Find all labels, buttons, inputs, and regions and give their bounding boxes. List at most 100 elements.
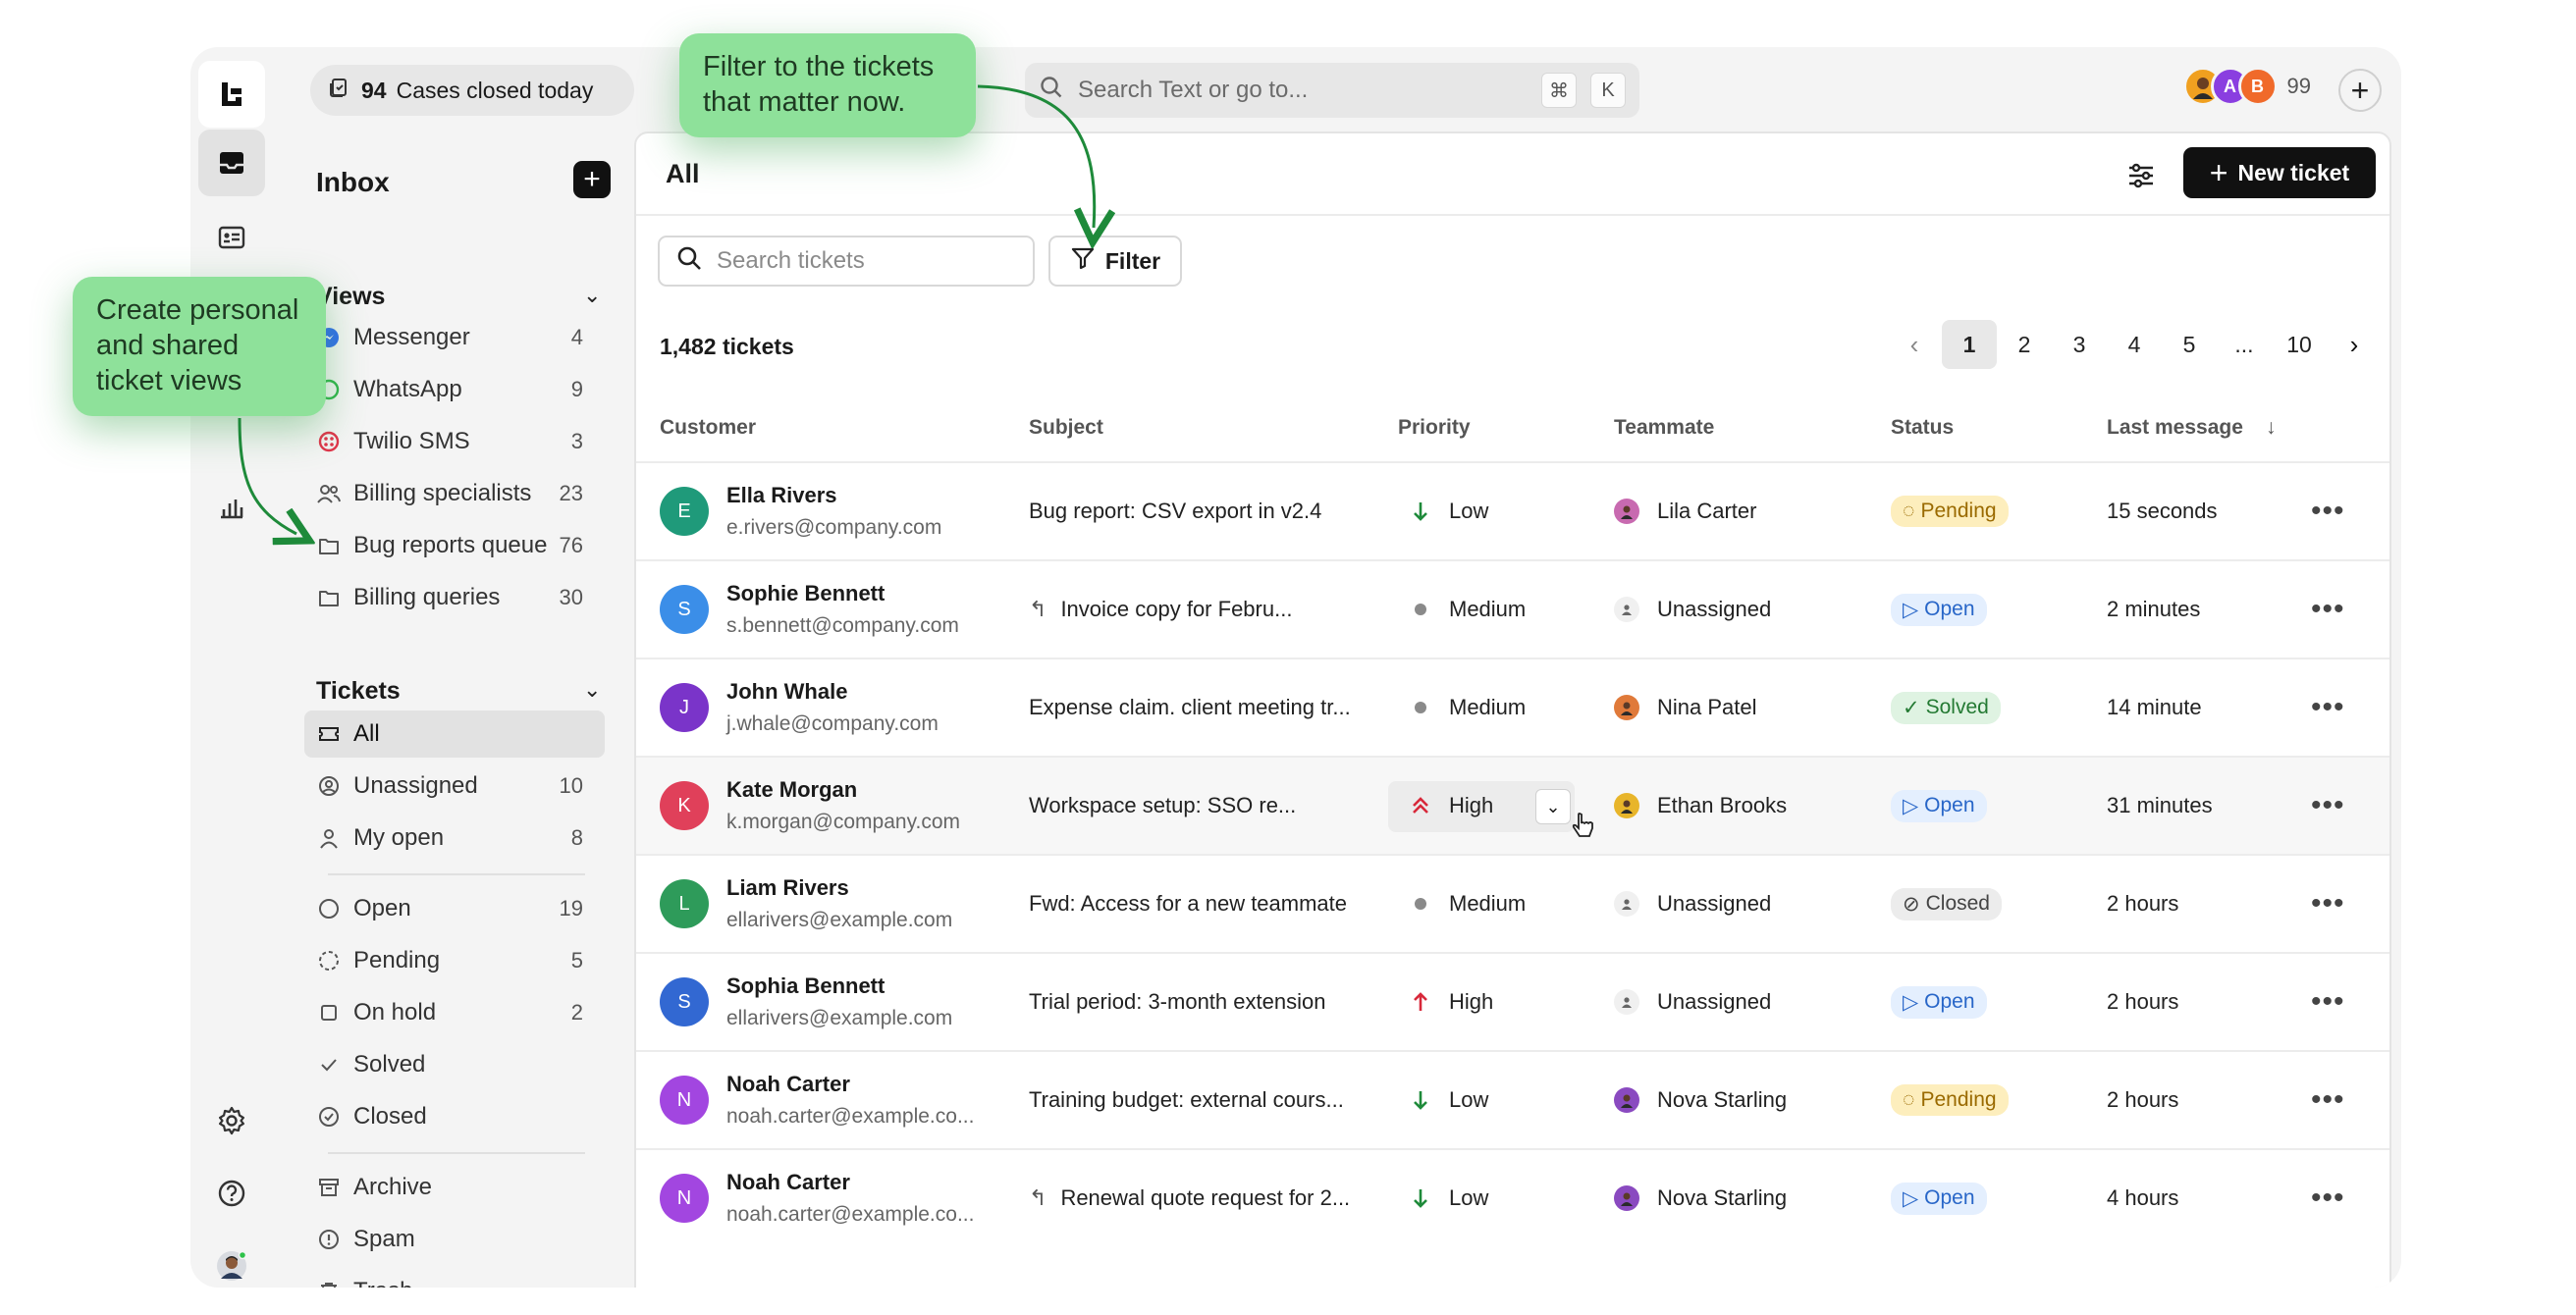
view-whatsapp[interactable]: WhatsApp 9 bbox=[304, 366, 605, 413]
status-open[interactable]: Open 19 bbox=[304, 885, 605, 932]
status-cell[interactable]: ⊘ Closed bbox=[1891, 856, 2002, 952]
ticket-search-input[interactable]: Search tickets bbox=[658, 236, 1035, 287]
status-cell[interactable]: ▷ Open bbox=[1891, 561, 1987, 658]
subject-cell[interactable]: Fwd: Access for a new teammate bbox=[1029, 856, 1347, 952]
cases-closed-pill[interactable]: 94 Cases closed today bbox=[310, 65, 634, 116]
user-avatar[interactable] bbox=[198, 1233, 265, 1288]
priority-cell[interactable]: Low bbox=[1408, 1052, 1488, 1148]
col-customer[interactable]: Customer bbox=[660, 416, 756, 440]
table-row[interactable]: E Ella Rivers e.rivers@company.com Bug repo… bbox=[636, 461, 2389, 559]
teammate-cell[interactable]: Nova Starling bbox=[1614, 1150, 1787, 1246]
table-row[interactable]: N Noah Carter noah.carter@example.co... ↰ Re… bbox=[636, 1148, 2389, 1246]
status-cell[interactable]: ◌ Pending bbox=[1891, 1052, 2009, 1148]
teammate-cell[interactable]: Unassigned bbox=[1614, 856, 1771, 952]
col-subject[interactable]: Subject bbox=[1029, 416, 1103, 440]
more-options-icon[interactable]: ••• bbox=[2311, 1052, 2345, 1148]
table-row[interactable]: L Liam Rivers ellarivers@example.com Fwd: A… bbox=[636, 854, 2389, 952]
view-bug-reports-queue[interactable]: Bug reports queue 76 bbox=[304, 522, 605, 569]
customer-cell[interactable]: N Noah Carter noah.carter@example.co... bbox=[660, 1052, 974, 1148]
help-icon[interactable] bbox=[198, 1160, 265, 1227]
status-solved[interactable]: Solved bbox=[304, 1041, 605, 1088]
view-billing-queries[interactable]: Billing queries 30 bbox=[304, 574, 605, 621]
more-options-icon[interactable]: ••• bbox=[2311, 758, 2345, 854]
col-last-message[interactable]: Last message bbox=[2107, 416, 2243, 440]
subject-cell[interactable]: Expense claim. client meeting tr... bbox=[1029, 659, 1351, 756]
priority-cell[interactable]: Low bbox=[1408, 1150, 1488, 1246]
status-cell[interactable]: ▷ Open bbox=[1891, 758, 1987, 854]
tickets-chevron-down-icon[interactable]: ⌄ bbox=[583, 677, 601, 703]
customer-cell[interactable]: S Sophia Bennett ellarivers@example.com bbox=[660, 954, 952, 1050]
priority-chevron-down-icon[interactable]: ⌄ bbox=[1535, 789, 1571, 824]
priority-cell[interactable]: High bbox=[1408, 954, 1493, 1050]
next-page-chevron-right-icon[interactable]: › bbox=[2327, 320, 2382, 369]
teammate-cell[interactable]: Nova Starling bbox=[1614, 1052, 1787, 1148]
status-badge[interactable]: ▷ Open bbox=[1891, 1182, 1987, 1215]
col-priority[interactable]: Priority bbox=[1398, 416, 1471, 440]
inbox-icon[interactable] bbox=[198, 130, 265, 196]
table-row[interactable]: N Noah Carter noah.carter@example.co... Tra… bbox=[636, 1050, 2389, 1148]
folder-archive[interactable]: Archive bbox=[304, 1164, 605, 1211]
tickets-my-open[interactable]: My open 8 bbox=[304, 815, 605, 862]
page-2[interactable]: 2 bbox=[1997, 320, 2052, 369]
priority-cell[interactable]: High bbox=[1408, 758, 1493, 854]
view-messenger[interactable]: Messenger 4 bbox=[304, 314, 605, 361]
priority-cell[interactable]: Medium bbox=[1408, 561, 1526, 658]
more-options-icon[interactable]: ••• bbox=[2311, 659, 2345, 756]
priority-cell[interactable]: Medium bbox=[1408, 856, 1526, 952]
more-options-icon[interactable]: ••• bbox=[2311, 856, 2345, 952]
view-twilio-sms[interactable]: Twilio SMS 3 bbox=[304, 418, 605, 465]
new-ticket-button[interactable]: + New ticket bbox=[2183, 147, 2376, 198]
teammate-cell[interactable]: Ethan Brooks bbox=[1614, 758, 1787, 854]
status-on-hold[interactable]: On hold 2 bbox=[304, 989, 605, 1036]
logo-icon[interactable] bbox=[198, 61, 265, 128]
status-closed[interactable]: Closed bbox=[304, 1093, 605, 1140]
table-row[interactable]: K Kate Morgan k.morgan@company.com Workspac… bbox=[636, 756, 2389, 854]
team-avatars[interactable]: A B 99 bbox=[2182, 67, 2311, 106]
customer-cell[interactable]: E Ella Rivers e.rivers@company.com bbox=[660, 463, 941, 559]
customer-cell[interactable]: J John Whale j.whale@company.com bbox=[660, 659, 939, 756]
more-options-icon[interactable]: ••• bbox=[2311, 463, 2345, 559]
tickets-all[interactable]: All bbox=[304, 710, 605, 758]
status-cell[interactable]: ◌ Pending bbox=[1891, 463, 2009, 559]
status-badge[interactable]: ⊘ Closed bbox=[1891, 887, 2002, 920]
subject-cell[interactable]: Training budget: external cours... bbox=[1029, 1052, 1344, 1148]
view-billing-specialists[interactable]: Billing specialists 23 bbox=[304, 470, 605, 517]
reports-icon[interactable] bbox=[198, 473, 265, 540]
customer-cell[interactable]: N Noah Carter noah.carter@example.co... bbox=[660, 1150, 974, 1246]
teammate-cell[interactable]: Unassigned bbox=[1614, 954, 1771, 1050]
table-row[interactable]: S Sophie Bennett s.bennett@company.com ↰ Inv… bbox=[636, 559, 2389, 658]
more-options-icon[interactable]: ••• bbox=[2311, 1150, 2345, 1246]
status-pending[interactable]: Pending 5 bbox=[304, 937, 605, 984]
add-inbox-button[interactable]: + bbox=[573, 161, 611, 198]
customer-cell[interactable]: K Kate Morgan k.morgan@company.com bbox=[660, 758, 960, 854]
status-cell[interactable]: ▷ Open bbox=[1891, 1150, 1987, 1246]
col-status[interactable]: Status bbox=[1891, 416, 1954, 440]
settings-gear-icon[interactable] bbox=[198, 1087, 265, 1154]
teammate-cell[interactable]: Lila Carter bbox=[1614, 463, 1756, 559]
sort-arrow-down-icon[interactable]: ↓ bbox=[2266, 416, 2277, 440]
folder-trash[interactable]: Trash bbox=[304, 1268, 605, 1288]
status-cell[interactable]: ✓ Solved bbox=[1891, 659, 2001, 756]
table-row[interactable]: J John Whale j.whale@company.com Expense cl… bbox=[636, 658, 2389, 756]
priority-cell[interactable]: Medium bbox=[1408, 659, 1526, 756]
status-badge[interactable]: ▷ Open bbox=[1891, 985, 1987, 1019]
contacts-icon[interactable] bbox=[198, 204, 265, 271]
table-row[interactable]: S Sophia Bennett ellarivers@example.com Tri… bbox=[636, 952, 2389, 1050]
status-badge[interactable]: ✓ Solved bbox=[1891, 691, 2001, 724]
page-5[interactable]: 5 bbox=[2162, 320, 2217, 369]
status-cell[interactable]: ▷ Open bbox=[1891, 954, 1987, 1050]
page-1[interactable]: 1 bbox=[1942, 320, 1997, 369]
customer-cell[interactable]: S Sophie Bennett s.bennett@company.com bbox=[660, 561, 959, 658]
priority-cell[interactable]: Low bbox=[1408, 463, 1488, 559]
status-badge[interactable]: ▷ Open bbox=[1891, 593, 1987, 626]
add-button[interactable]: + bbox=[2338, 69, 2382, 112]
subject-cell[interactable]: ↰ Renewal quote request for 2... bbox=[1029, 1150, 1350, 1246]
tickets-unassigned[interactable]: Unassigned 10 bbox=[304, 763, 605, 810]
teammate-cell[interactable]: Unassigned bbox=[1614, 561, 1771, 658]
filter-button[interactable]: Filter bbox=[1048, 236, 1182, 287]
views-chevron-down-icon[interactable]: ⌄ bbox=[583, 283, 601, 308]
page-3[interactable]: 3 bbox=[2052, 320, 2107, 369]
view-settings-sliders-icon[interactable] bbox=[2124, 159, 2158, 192]
folder-spam[interactable]: Spam bbox=[304, 1216, 605, 1263]
page-4[interactable]: 4 bbox=[2107, 320, 2162, 369]
